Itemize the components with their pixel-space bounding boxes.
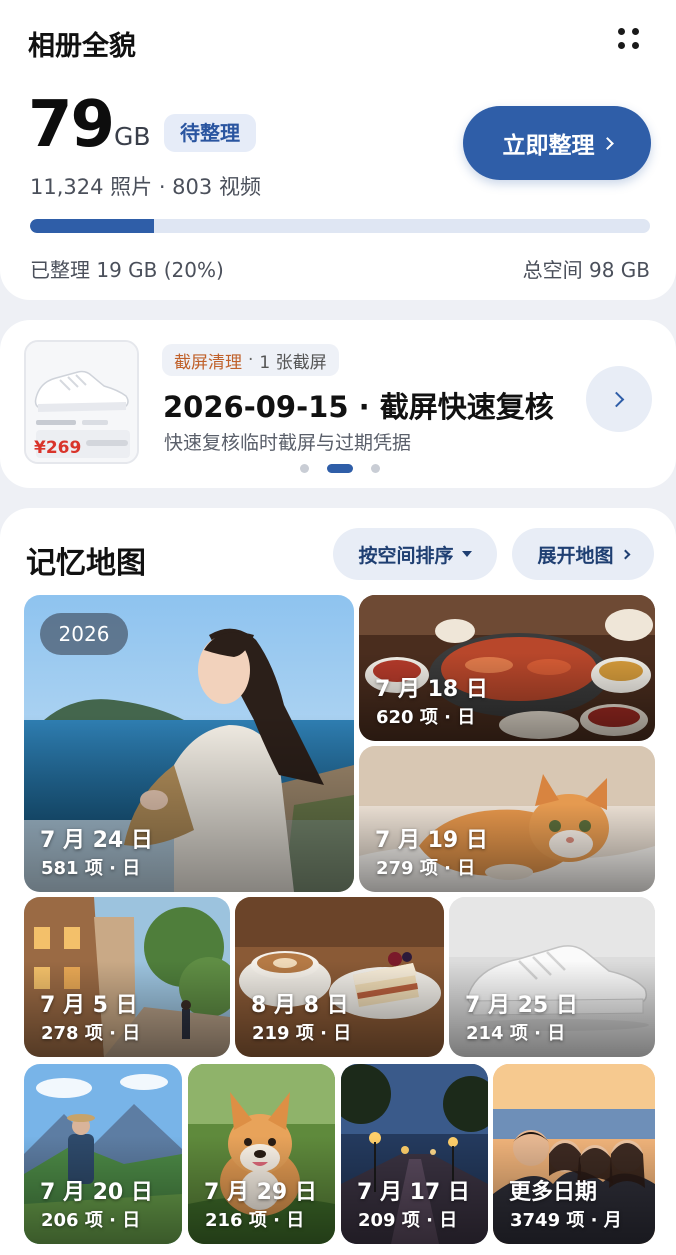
tile-count: 279 项 · 日 — [376, 858, 476, 879]
tile-count: 278 项 · 日 — [41, 1023, 141, 1044]
tile-count: 216 项 · 日 — [205, 1210, 305, 1231]
memory-tile[interactable]: 7 月 25 日 214 项 · 日 — [449, 897, 655, 1057]
tile-date: 7 月 24 日 — [40, 828, 153, 853]
memory-tile[interactable]: 7 月 18 日 620 项 · 日 — [359, 595, 655, 741]
storage-card: 相册全貌 79 GB 待整理 11,324 照片 · 803 视频 立即整理 已… — [0, 0, 676, 300]
media-counts: 11,324 照片 · 803 视频 — [30, 175, 261, 199]
status-badge: 待整理 — [164, 114, 256, 152]
more-dates-tile[interactable]: 更多日期 3749 项 · 月 — [493, 1064, 655, 1244]
tile-count: 219 项 · 日 — [252, 1023, 352, 1044]
screenshot-thumbnail: ¥269 — [24, 340, 139, 464]
organize-now-button[interactable]: 立即整理 — [463, 106, 651, 180]
tile-count: 214 项 · 日 — [466, 1023, 566, 1044]
tag-category: 截屏清理 — [174, 352, 242, 373]
promo-subtitle: 快速复核临时截屏与过期凭据 — [164, 432, 412, 454]
carousel-dot[interactable] — [300, 464, 309, 473]
tile-date: 7 月 29 日 — [204, 1180, 317, 1205]
tile-count: 581 项 · 日 — [41, 858, 141, 879]
memory-tile[interactable]: 8 月 8 日 219 项 · 日 — [235, 897, 444, 1057]
memory-tile[interactable]: 7 月 19 日 279 项 · 日 — [359, 746, 655, 892]
tile-date: 7 月 17 日 — [357, 1180, 470, 1205]
more-options-icon[interactable] — [608, 22, 648, 56]
expand-map-button[interactable]: 展开地图 — [512, 528, 654, 580]
chevron-right-icon — [600, 136, 614, 150]
tag-separator: · — [248, 350, 254, 370]
expand-button-label: 展开地图 — [537, 544, 614, 567]
organized-label: 已整理 19 GB (20%) — [30, 258, 224, 282]
tile-date: 8 月 8 日 — [251, 993, 349, 1018]
sort-by-space-button[interactable]: 按空间排序 — [333, 528, 497, 580]
memory-tile[interactable]: 7 月 29 日 216 项 · 日 — [188, 1064, 335, 1244]
storage-used-value: 79 — [28, 88, 115, 162]
tile-date: 更多日期 — [509, 1180, 598, 1205]
caret-down-icon — [461, 551, 472, 557]
tile-date: 7 月 20 日 — [40, 1180, 153, 1205]
total-space-label: 总空间 98 GB — [522, 258, 650, 282]
thumbnail-price: ¥269 — [34, 438, 82, 458]
tile-count: 209 项 · 日 — [358, 1210, 458, 1231]
carousel-dot[interactable] — [371, 464, 380, 473]
memory-tile[interactable]: 2026 7 月 24 日 581 项 · 日 — [24, 595, 354, 892]
tag-count: 1 张截屏 — [259, 352, 327, 373]
storage-progress-fill — [30, 219, 154, 233]
tile-date: 7 月 25 日 — [465, 993, 578, 1018]
next-button[interactable] — [586, 366, 652, 432]
tile-count: 206 项 · 日 — [41, 1210, 141, 1231]
chevron-right-icon — [608, 391, 625, 407]
tile-date: 7 月 19 日 — [375, 828, 488, 853]
carousel-dot-active[interactable] — [327, 464, 353, 473]
memory-tile[interactable]: 7 月 5 日 278 项 · 日 — [24, 897, 230, 1057]
sort-button-label: 按空间排序 — [358, 544, 454, 567]
tile-count: 3749 项 · 月 — [510, 1210, 622, 1231]
promo-title: 2026-09-15 · 截屏快速复核 — [163, 390, 554, 424]
storage-progress-bar — [30, 219, 650, 233]
tile-date: 7 月 5 日 — [40, 993, 138, 1018]
organize-now-label: 立即整理 — [502, 133, 595, 159]
screenshot-tag: 截屏清理 · 1 张截屏 — [162, 344, 339, 376]
tile-count: 620 项 · 日 — [376, 707, 476, 728]
memory-tile[interactable]: 7 月 17 日 209 项 · 日 — [341, 1064, 488, 1244]
memory-map-card: 记忆地图 按空间排序 展开地图 2026 7 月 24 日 581 项 · 日 … — [0, 508, 676, 1255]
screenshot-review-card[interactable]: ¥269 截屏清理 · 1 张截屏 2026-09-15 · 截屏快速复核 快速… — [0, 320, 676, 488]
tile-date: 7 月 18 日 — [375, 677, 488, 702]
chevron-right-icon — [620, 549, 630, 559]
memory-map-title: 记忆地图 — [26, 546, 146, 581]
storage-used-unit: GB — [114, 122, 151, 151]
year-badge: 2026 — [40, 613, 128, 655]
page-title: 相册全貌 — [28, 31, 136, 62]
memory-tile[interactable]: 7 月 20 日 206 项 · 日 — [24, 1064, 182, 1244]
